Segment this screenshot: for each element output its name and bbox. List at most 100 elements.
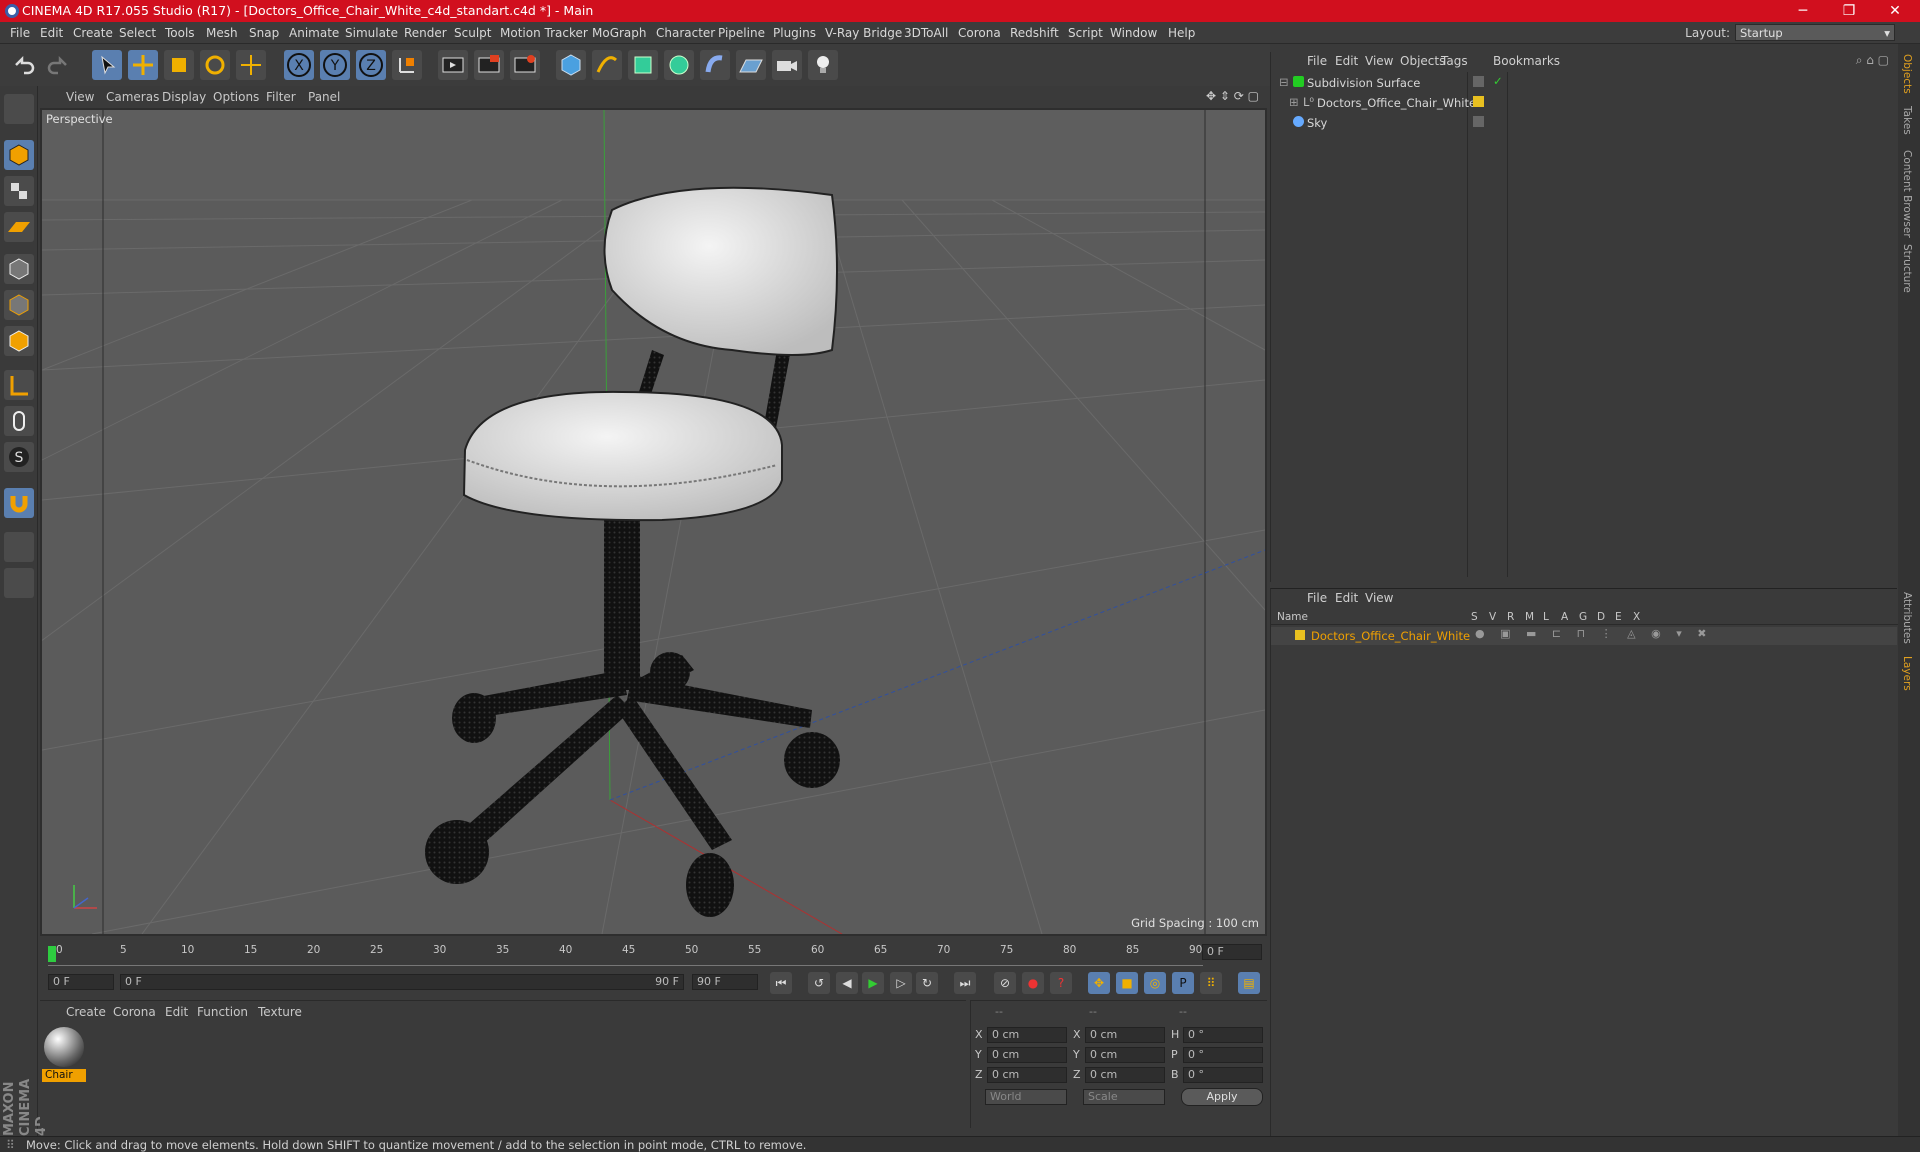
workplane-align-icon[interactable]	[4, 568, 34, 598]
render-view-icon[interactable]	[438, 50, 468, 80]
mat-menu-texture[interactable]: Texture	[258, 1005, 302, 1019]
expand-icon[interactable]: ⊞	[1289, 95, 1299, 109]
object-row[interactable]: ⊞ L⁰ Doctors_Office_Chair_White	[1271, 94, 1897, 112]
menu-help[interactable]: Help	[1168, 26, 1195, 40]
y-axis-lock-icon[interactable]: Y	[320, 50, 350, 80]
layer-color-swatch[interactable]	[1295, 630, 1305, 640]
menu-3dtoall[interactable]: 3DToAll	[904, 26, 948, 40]
vp-menu-filter[interactable]: Filter	[266, 90, 296, 104]
cloner-icon[interactable]	[664, 50, 694, 80]
obj-menu-edit[interactable]: Edit	[1335, 54, 1358, 68]
position-z-field[interactable]: 0 cm	[987, 1067, 1067, 1083]
timeline-ruler[interactable]: 0 5 10 15 20 25 30 35 40 45 50 55 60 65 …	[40, 940, 1267, 968]
layer-col-locked[interactable]: L	[1543, 611, 1549, 623]
layer-col-animation[interactable]: A	[1561, 611, 1568, 623]
layer-col-render[interactable]: R	[1507, 611, 1514, 623]
pen-spline-icon[interactable]	[592, 50, 622, 80]
layer-col-deformers[interactable]: D	[1597, 611, 1605, 623]
collapse-icon[interactable]: ⊟	[1279, 75, 1289, 89]
render-picture-viewer-icon[interactable]	[474, 50, 504, 80]
cube-primitive-icon[interactable]	[556, 50, 586, 80]
layout-dropdown[interactable]: Startup ▾	[1735, 24, 1895, 41]
menu-edit[interactable]: Edit	[40, 26, 63, 40]
object-row[interactable]: ⊟ Subdivision Surface ✓	[1271, 74, 1897, 92]
start-frame-field[interactable]: 0 F	[48, 974, 114, 990]
layer-col-view[interactable]: V	[1489, 611, 1496, 623]
autokey-icon[interactable]: ●	[1022, 972, 1044, 994]
edges-mode-icon[interactable]	[4, 290, 34, 320]
position-x-field[interactable]: 0 cm	[987, 1027, 1067, 1043]
obj-menu-tags[interactable]: Tags	[1441, 54, 1468, 68]
size-x-field[interactable]: 0 cm	[1085, 1027, 1165, 1043]
object-row[interactable]: Sky	[1271, 114, 1897, 132]
subdivision-surface-icon[interactable]	[628, 50, 658, 80]
next-frame-icon[interactable]: ▷	[890, 972, 912, 994]
menu-snap[interactable]: Snap	[249, 26, 279, 40]
menu-sculpt[interactable]: Sculpt	[454, 26, 491, 40]
coordinate-mode-dropdown[interactable]: World	[985, 1089, 1067, 1105]
play-icon[interactable]: ▶	[862, 972, 884, 994]
vp-menu-panel[interactable]: Panel	[308, 90, 340, 104]
minimize-button[interactable]: ─	[1780, 0, 1826, 22]
key-pla-icon[interactable]: ⠿	[1200, 972, 1222, 994]
texture-mode-icon[interactable]	[4, 176, 34, 206]
vp-menu-cameras[interactable]: Cameras	[106, 90, 159, 104]
goto-start-icon[interactable]: ⏮	[770, 972, 792, 994]
redo-icon[interactable]	[44, 50, 74, 80]
size-z-field[interactable]: 0 cm	[1085, 1067, 1165, 1083]
undo-icon[interactable]	[8, 50, 38, 80]
polygons-mode-icon[interactable]	[4, 326, 34, 356]
obj-menu-file[interactable]: File	[1307, 54, 1327, 68]
rotation-h-field[interactable]: 0 °	[1183, 1027, 1263, 1043]
floor-icon[interactable]	[736, 50, 766, 80]
size-y-field[interactable]: 0 cm	[1085, 1047, 1165, 1063]
material-swatch[interactable]: Chair	[42, 1027, 86, 1082]
tab-objects[interactable]: Objects	[1901, 54, 1913, 94]
prev-key-icon[interactable]: ↺	[808, 972, 830, 994]
points-mode-icon[interactable]	[4, 254, 34, 284]
tab-attributes[interactable]: Attributes	[1901, 592, 1913, 644]
position-y-field[interactable]: 0 cm	[987, 1047, 1067, 1063]
scale-tool-icon[interactable]	[164, 50, 194, 80]
record-keys-icon[interactable]: ⊘	[994, 972, 1016, 994]
render-settings-icon[interactable]	[510, 50, 540, 80]
layer-col-expressions[interactable]: E	[1615, 611, 1622, 623]
size-mode-dropdown[interactable]: Scale	[1083, 1089, 1165, 1105]
mat-menu-corona[interactable]: Corona	[113, 1005, 156, 1019]
menu-redshift[interactable]: Redshift	[1010, 26, 1059, 40]
mat-menu-create[interactable]: Create	[66, 1005, 106, 1019]
layer-col-manager[interactable]: M	[1525, 611, 1534, 623]
menu-vray-bridge[interactable]: V-Ray Bridge	[825, 26, 902, 40]
layer-menu-file[interactable]: File	[1307, 591, 1327, 605]
camera-icon[interactable]	[772, 50, 802, 80]
menu-select[interactable]: Select	[119, 26, 156, 40]
tab-takes[interactable]: Takes	[1901, 106, 1913, 135]
apply-button[interactable]: Apply	[1181, 1088, 1263, 1106]
layer-menu-view[interactable]: View	[1365, 591, 1393, 605]
layer-color-tag[interactable]	[1473, 96, 1484, 107]
menu-pipeline[interactable]: Pipeline	[718, 26, 765, 40]
workplane-lock-icon[interactable]	[4, 532, 34, 562]
menu-file[interactable]: File	[10, 26, 30, 40]
menu-mesh[interactable]: Mesh	[206, 26, 238, 40]
next-key-icon[interactable]: ↻	[916, 972, 938, 994]
vp-menu-options[interactable]: Options	[213, 90, 259, 104]
close-button[interactable]: ✕	[1872, 0, 1918, 22]
menu-animate[interactable]: Animate	[289, 26, 339, 40]
recent-tool-icon[interactable]	[236, 50, 266, 80]
snap-magnet-icon[interactable]	[4, 488, 34, 518]
goto-end-icon[interactable]: ⏭	[954, 972, 976, 994]
menu-tools[interactable]: Tools	[165, 26, 195, 40]
timeline-window-icon[interactable]: ▤	[1238, 972, 1260, 994]
move-tool-icon[interactable]	[128, 50, 158, 80]
vp-menu-view[interactable]: View	[66, 90, 94, 104]
timeline-track[interactable]: 0 5 10 15 20 25 30 35 40 45 50 55 60 65 …	[48, 944, 1203, 966]
layer-menu-edit[interactable]: Edit	[1335, 591, 1358, 605]
tab-content-browser[interactable]: Content Browser	[1901, 150, 1913, 238]
rotate-tool-icon[interactable]	[200, 50, 230, 80]
prev-frame-icon[interactable]: ◀	[836, 972, 858, 994]
menu-mograph[interactable]: MoGraph	[592, 26, 647, 40]
key-scale-icon[interactable]: ■	[1116, 972, 1138, 994]
keyframe-selection-icon[interactable]: ?	[1050, 972, 1072, 994]
obj-menu-bookmarks[interactable]: Bookmarks	[1493, 54, 1560, 68]
